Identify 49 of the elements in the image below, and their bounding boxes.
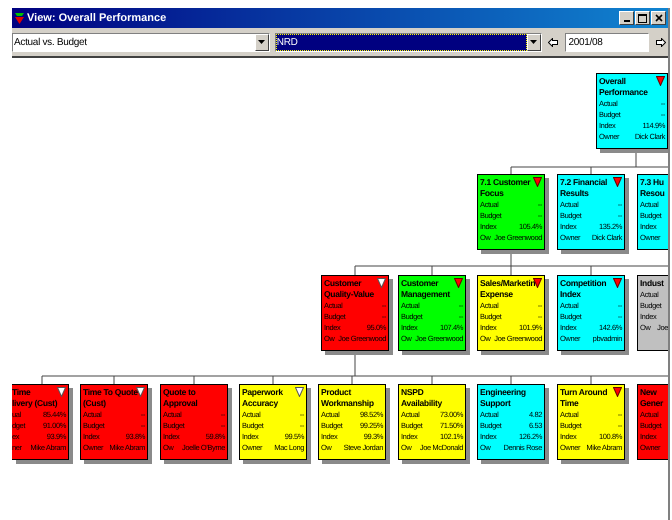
card-title: Sales/Marketin (480, 278, 536, 289)
card-title: livery (Cust) (12, 398, 58, 409)
card-title: 7.1 Customer (480, 177, 530, 188)
maximize-icon (638, 14, 647, 22)
app-icon (14, 12, 25, 24)
close-icon (654, 14, 662, 22)
card-title: Availability (401, 398, 442, 409)
card-title: Workmanship (321, 398, 374, 409)
card-title: Approval (163, 398, 198, 409)
dropdown-arrow-icon (258, 40, 266, 44)
next-period-button[interactable] (654, 35, 668, 49)
card-title: Turn Around (560, 387, 608, 398)
card-title: Index (560, 289, 581, 300)
close-button[interactable] (651, 11, 666, 25)
card-title: Time To Quote (83, 387, 138, 398)
dropdown-arrow-icon (530, 40, 538, 44)
card-title: Results (560, 188, 589, 199)
card-title: Expense (480, 289, 513, 300)
previous-period-button[interactable] (546, 35, 560, 49)
card-title: Time (560, 398, 578, 409)
minimize-button[interactable] (619, 11, 634, 25)
card-title: Quality-Value (324, 289, 374, 300)
card-title: Product (321, 387, 352, 398)
card-title: Indust (640, 278, 664, 289)
card-title: Customer (401, 278, 438, 289)
period-field[interactable]: 2001/08 (565, 32, 650, 52)
card-title: Competition (560, 278, 606, 289)
card-title: (Cust) (83, 398, 106, 409)
card-title: Support (480, 398, 510, 409)
unit-dropdown[interactable]: NRD (274, 32, 542, 52)
card-title: Performance (599, 87, 648, 98)
card-title: Quote to (163, 387, 196, 398)
card-title: Engineering (480, 387, 526, 398)
card-title: 7.3 Hu (640, 177, 664, 188)
card-title: Management (401, 289, 450, 300)
view-dropdown[interactable]: Actual vs. Budget (12, 32, 270, 52)
card-title: NSPD (401, 387, 424, 398)
card-title: Resou (640, 188, 664, 199)
card-title: Overall (599, 76, 626, 87)
maximize-button[interactable] (635, 11, 650, 25)
card-title: Gener (640, 398, 664, 409)
card-title: New (640, 387, 657, 398)
card-title: Time (12, 387, 30, 398)
card-title: Focus (480, 188, 504, 199)
card-title: Paperwork (242, 387, 283, 398)
card-title: Accuracy (242, 398, 278, 409)
window-title: View: Overall Performance (27, 12, 168, 24)
card-title: Customer (324, 278, 362, 289)
card-title: 7.2 Financial (560, 177, 608, 188)
